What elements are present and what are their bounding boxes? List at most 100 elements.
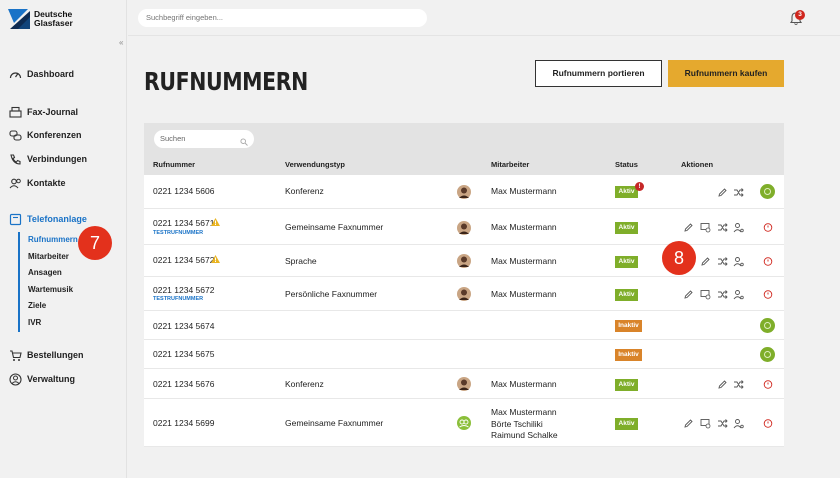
subnav-rufnummern[interactable]: Rufnummern xyxy=(28,232,78,249)
nav-verbindungen-label: Verbindungen xyxy=(27,154,88,164)
header-aktionen: Aktionen xyxy=(681,160,714,169)
row-use-type: Gemeinsame Faxnummer xyxy=(285,222,384,232)
user-admin-icon xyxy=(8,372,22,386)
timer-icon[interactable] xyxy=(763,418,773,428)
status-badge: Aktiv xyxy=(615,256,638,268)
nav-verwaltung-label: Verwaltung xyxy=(27,374,76,384)
row-use-type: Konferenz xyxy=(285,379,324,389)
subnav-mitarbeiter[interactable]: Mitarbeiter xyxy=(28,249,78,266)
subnav-ansagen[interactable]: Ansagen xyxy=(28,265,78,282)
nav-verbindungen[interactable]: Verbindungen xyxy=(8,152,87,166)
telefonanlage-subnav: Rufnummern Mitarbeiter Ansagen Wartemusi… xyxy=(18,232,78,332)
nav-dashboard[interactable]: Dashboard xyxy=(8,67,74,81)
nav-bestellungen[interactable]: Bestellungen xyxy=(8,348,84,362)
brand-logo[interactable]: Deutsche Glasfaser xyxy=(8,9,73,29)
test-number-tag: TESTRUFNUMMER xyxy=(153,230,204,236)
row-number: 0221 1234 5676 xyxy=(153,379,215,389)
edit-icon[interactable] xyxy=(683,222,694,233)
page-title: RUFNUMMERN xyxy=(144,67,308,96)
brand-name: Deutsche Glasfaser xyxy=(34,10,73,28)
warning-icon xyxy=(211,218,220,226)
activate-icon[interactable] xyxy=(760,347,775,362)
timer-icon[interactable] xyxy=(763,256,773,266)
table-row[interactable]: 0221 1234 5606 Konferenz Max Mustermann … xyxy=(144,175,784,209)
status-badge: Aktiv xyxy=(615,418,638,430)
collapse-sidebar-icon[interactable]: « xyxy=(119,38,123,47)
nav-verwaltung[interactable]: Verwaltung xyxy=(8,372,75,386)
user-assign-icon[interactable] xyxy=(733,256,744,267)
table-row[interactable]: 0221 1234 5699 Gemeinsame Faxnummer Max … xyxy=(144,399,784,447)
nav-konferenzen[interactable]: Konferenzen xyxy=(8,128,82,142)
row-use-type: Gemeinsame Faxnummer xyxy=(285,418,384,428)
row-number: 0221 1234 5699 xyxy=(153,418,215,428)
status-badge: Inaktiv xyxy=(615,349,642,361)
brand-line2: Glasfaser xyxy=(34,18,73,28)
avatar xyxy=(457,287,471,301)
table-row[interactable]: 0221 1234 5675 Inaktiv xyxy=(144,340,784,369)
table-row[interactable]: 0221 1234 5676 Konferenz Max Mustermann … xyxy=(144,369,784,399)
user-assign-icon[interactable] xyxy=(733,222,744,233)
phone-icon xyxy=(8,152,22,166)
activate-icon[interactable] xyxy=(760,184,775,199)
avatar xyxy=(457,377,471,391)
row-employee: Börte Tschiliki xyxy=(491,418,543,429)
shuffle-icon[interactable] xyxy=(717,418,728,429)
table-row[interactable]: 0221 1234 5674 Inaktiv xyxy=(144,311,784,340)
header-rufnummer[interactable]: Rufnummer xyxy=(153,160,195,169)
top-bar: 3 xyxy=(128,0,840,36)
main-content: RUFNUMMERN Rufnummern portieren Rufnumme… xyxy=(128,37,840,478)
row-number: 0221 1234 5674 xyxy=(153,321,215,331)
buy-numbers-button[interactable]: Rufnummern kaufen xyxy=(668,60,784,87)
edit-icon[interactable] xyxy=(717,187,728,198)
subnav-ivr[interactable]: IVR xyxy=(28,315,78,332)
table-search-input[interactable]: Suchen xyxy=(154,130,254,148)
numbers-table: Suchen Rufnummer Verwendungstyp Mitarbei… xyxy=(144,123,784,447)
status-badge: Aktiv xyxy=(615,222,638,234)
fax-settings-icon[interactable] xyxy=(700,222,711,233)
nav-fax-journal[interactable]: Fax-Journal xyxy=(8,105,78,119)
shuffle-icon[interactable] xyxy=(717,222,728,233)
row-employee: Raimund Schalke xyxy=(491,430,558,440)
nav-fax-journal-label: Fax-Journal xyxy=(27,107,79,117)
user-assign-icon[interactable] xyxy=(733,289,744,300)
nav-bestellungen-label: Bestellungen xyxy=(27,350,84,360)
table-row[interactable]: 0221 1234 5671 TESTRUFNUMMER Gemeinsame … xyxy=(144,209,784,245)
conference-icon xyxy=(8,128,22,142)
subnav-wartemusik[interactable]: Wartemusik xyxy=(28,282,78,299)
nav-kontakte[interactable]: Kontakte xyxy=(8,176,66,190)
row-employee: Max Mustermann xyxy=(491,407,557,417)
edit-icon[interactable] xyxy=(700,256,711,267)
nav-dashboard-label: Dashboard xyxy=(27,69,75,79)
nav-telefonanlage[interactable]: Telefonanlage xyxy=(8,212,87,226)
warning-icon xyxy=(211,255,220,263)
subnav-ziele[interactable]: Ziele xyxy=(28,298,78,315)
activate-icon[interactable] xyxy=(760,318,775,333)
dashboard-icon xyxy=(8,67,22,81)
shuffle-icon[interactable] xyxy=(717,289,728,300)
timer-icon[interactable] xyxy=(763,379,773,389)
timer-icon[interactable] xyxy=(763,222,773,232)
shuffle-icon[interactable] xyxy=(733,187,744,198)
header-mitarbeiter[interactable]: Mitarbeiter xyxy=(491,160,529,169)
shuffle-icon[interactable] xyxy=(733,379,744,390)
logo-icon xyxy=(8,9,30,29)
contacts-icon xyxy=(8,176,22,190)
port-numbers-button[interactable]: Rufnummern portieren xyxy=(535,60,662,87)
nav-telefonanlage-label: Telefonanlage xyxy=(27,214,87,224)
table-header: Rufnummer Verwendungstyp Mitarbeiter Sta… xyxy=(144,155,784,175)
edit-icon[interactable] xyxy=(717,379,728,390)
row-use-type: Konferenz xyxy=(285,186,324,196)
user-assign-icon[interactable] xyxy=(733,418,744,429)
header-status[interactable]: Status xyxy=(615,160,638,169)
global-search-input[interactable] xyxy=(138,9,427,27)
edit-icon[interactable] xyxy=(683,418,694,429)
header-verwendungstyp[interactable]: Verwendungstyp xyxy=(285,160,345,169)
shuffle-icon[interactable] xyxy=(717,256,728,267)
table-row[interactable]: 0221 1234 5672 TESTRUFNUMMER Persönliche… xyxy=(144,277,784,311)
edit-icon[interactable] xyxy=(683,289,694,300)
row-number: 0221 1234 5671 xyxy=(153,218,215,228)
fax-settings-icon[interactable] xyxy=(700,289,711,300)
timer-icon[interactable] xyxy=(763,289,773,299)
row-employee: Max Mustermann xyxy=(491,256,557,266)
fax-settings-icon[interactable] xyxy=(700,418,711,429)
